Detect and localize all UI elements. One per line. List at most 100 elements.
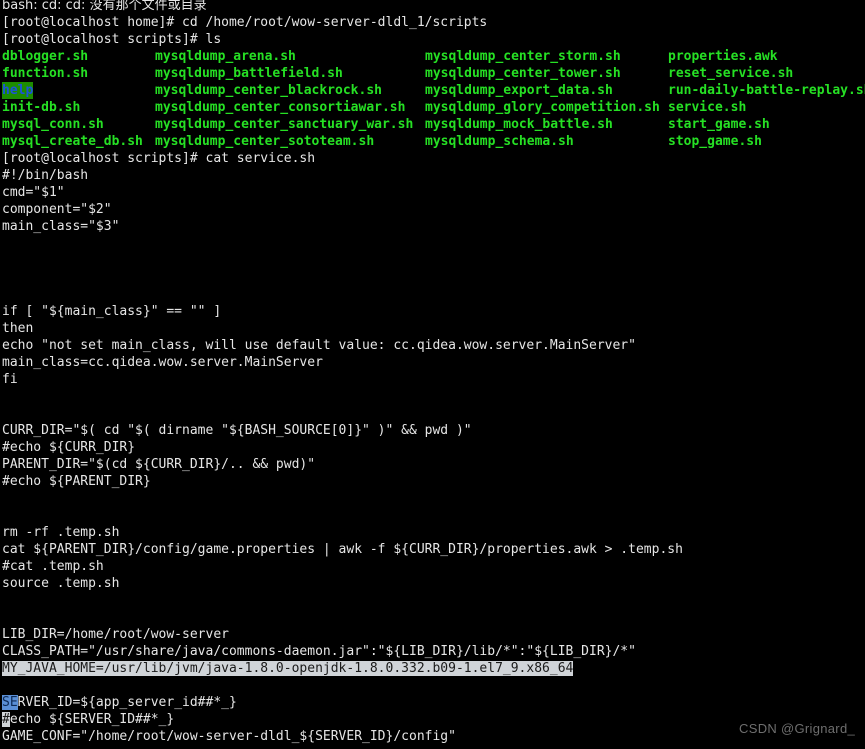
- ls-entry[interactable]: mysqldump_battlefield.sh: [155, 65, 343, 82]
- ls-entry[interactable]: init-db.sh: [2, 99, 80, 116]
- script-line-blank: [0, 609, 865, 626]
- script-line: rm -rf .temp.sh: [0, 524, 865, 541]
- ls-entry[interactable]: function.sh: [2, 65, 88, 82]
- csdn-watermark: CSDN @Grignard_: [739, 721, 855, 736]
- script-line-text: main_class="$3": [2, 219, 120, 234]
- script-line-text: #cat .temp.sh: [2, 559, 104, 574]
- script-line-blank: [0, 286, 865, 303]
- ls-entry[interactable]: service.sh: [668, 99, 746, 116]
- script-line: source .temp.sh: [0, 575, 865, 592]
- partial-selection-hash[interactable]: #: [2, 712, 10, 727]
- script-line-text: PARENT_DIR="$(cd ${CURR_DIR}/.. && pwd)": [2, 457, 316, 472]
- ls-entry[interactable]: mysqldump_mock_battle.sh: [425, 116, 613, 133]
- script-line: cat ${PARENT_DIR}/config/game.properties…: [0, 541, 865, 558]
- script-line: if [ "${main_class}" == "" ]: [0, 303, 865, 320]
- shell-command: cd /home/root/wow-server-dldl_1/scripts: [182, 15, 488, 30]
- script-line-text: if [ "${main_class}" == "" ]: [2, 304, 222, 319]
- script-line-echo-server-id[interactable]: #echo ${SERVER_ID##*_}: [0, 711, 865, 728]
- script-line-text: cat ${PARENT_DIR}/config/game.properties…: [2, 542, 683, 557]
- ls-entry[interactable]: run-daily-battle-replay.sh: [668, 82, 865, 99]
- script-line: fi: [0, 371, 865, 388]
- terminal-line-prompt-1: [root@localhost home]# cd /home/root/wow…: [0, 14, 865, 31]
- script-line: GAME_CONF="/home/root/wow-server-dldl_${…: [0, 728, 865, 745]
- script-line-server-id[interactable]: SERVER_ID=${app_server_id##*_}: [0, 694, 865, 711]
- script-line: LIB_DIR=/home/root/wow-server: [0, 626, 865, 643]
- ls-entry[interactable]: reset_service.sh: [668, 65, 793, 82]
- shell-prompt: [root@localhost scripts]#: [2, 151, 206, 166]
- script-line-text: #!/bin/bash: [2, 168, 89, 183]
- ls-output-row: init-db.sh mysqldump_center_consortiawar…: [0, 99, 865, 116]
- script-line: PARENT_DIR="$(cd ${CURR_DIR}/.. && pwd)": [0, 456, 865, 473]
- script-line-text: #echo ${PARENT_DIR}: [2, 474, 151, 489]
- script-line: #!/bin/bash: [0, 167, 865, 184]
- ls-entry[interactable]: mysqldump_glory_competition.sh: [425, 99, 660, 116]
- ls-entry[interactable]: mysqldump_arena.sh: [155, 48, 296, 65]
- ls-output-row: help mysqldump_center_blackrock.sh mysql…: [0, 82, 865, 99]
- script-line-text: #echo ${CURR_DIR}: [2, 440, 136, 455]
- script-line: #echo ${PARENT_DIR}: [0, 473, 865, 490]
- selected-text-my-java-home[interactable]: MY_JAVA_HOME=/usr/lib/jvm/java-1.8.0-ope…: [2, 661, 574, 676]
- script-line-blank: [0, 507, 865, 524]
- terminal-screen: bash: cd: cd: 没有那个文件或目录 [root@localhost …: [0, 0, 865, 749]
- terminal-window[interactable]: bash: cd: cd: 没有那个文件或目录 [root@localhost …: [0, 0, 865, 749]
- ls-entry[interactable]: properties.awk: [668, 48, 778, 65]
- terminal-line-prompt-2: [root@localhost scripts]# ls: [0, 31, 865, 48]
- ls-entry[interactable]: mysqldump_schema.sh: [425, 133, 574, 150]
- ls-output-row: mysql_conn.sh mysqldump_center_sanctuary…: [0, 116, 865, 133]
- ls-entry-directory-help[interactable]: help: [2, 82, 34, 99]
- script-line-blank: [0, 252, 865, 269]
- script-line-blank: [0, 235, 865, 252]
- script-line-blank: [0, 269, 865, 286]
- partial-selection-server-id[interactable]: SE: [2, 695, 18, 710]
- ls-entry[interactable]: start_game.sh: [668, 116, 770, 133]
- shell-prompt: [root@localhost scripts]#: [2, 32, 206, 47]
- script-line-text: rm -rf .temp.sh: [2, 525, 120, 540]
- script-line: #echo ${CURR_DIR}: [0, 439, 865, 456]
- ls-entry[interactable]: mysqldump_center_storm.sh: [425, 48, 621, 65]
- ls-entry[interactable]: mysql_create_db.sh: [2, 133, 143, 150]
- ls-entry[interactable]: mysqldump_center_tower.sh: [425, 65, 621, 82]
- script-line-blank: [0, 745, 865, 749]
- script-line: #cat .temp.sh: [0, 558, 865, 575]
- script-line-blank: [0, 592, 865, 609]
- script-line: main_class=cc.qidea.wow.server.MainServe…: [0, 354, 865, 371]
- script-line-blank: [0, 405, 865, 422]
- ls-entry[interactable]: mysqldump_center_sanctuary_war.sh: [155, 116, 413, 133]
- script-line-text: RVER_ID=${app_server_id##*_}: [17, 695, 237, 710]
- ls-output-row: dblogger.sh mysqldump_arena.sh mysqldump…: [0, 48, 865, 65]
- ls-entry[interactable]: stop_game.sh: [668, 133, 762, 150]
- script-line: main_class="$3": [0, 218, 865, 235]
- script-line: component="$2": [0, 201, 865, 218]
- script-line-text: main_class=cc.qidea.wow.server.MainServe…: [2, 355, 323, 370]
- script-line-text: fi: [2, 372, 18, 387]
- ls-entry[interactable]: mysql_conn.sh: [2, 116, 104, 133]
- script-line: then: [0, 320, 865, 337]
- script-line-text: then: [2, 321, 34, 336]
- script-line-blank: [0, 388, 865, 405]
- ls-entry[interactable]: mysqldump_center_blackrock.sh: [155, 82, 382, 99]
- shell-prompt: [root@localhost home]#: [2, 15, 183, 30]
- script-line-text: LIB_DIR=/home/root/wow-server: [2, 627, 229, 642]
- ls-entry[interactable]: mysqldump_export_data.sh: [425, 82, 613, 99]
- ls-entry[interactable]: mysqldump_center_consortiawar.sh: [155, 99, 405, 116]
- script-line-text: component="$2": [2, 202, 112, 217]
- partial-top-text: bash: cd: cd: 没有那个文件或目录: [2, 0, 207, 13]
- script-line-text: source .temp.sh: [2, 576, 120, 591]
- script-line-text: echo ${SERVER_ID##*_}: [9, 712, 175, 727]
- ls-entry[interactable]: mysqldump_center_sototeam.sh: [155, 133, 374, 150]
- script-line: cmd="$1": [0, 184, 865, 201]
- ls-entry[interactable]: dblogger.sh: [2, 48, 88, 65]
- script-line-blank: [0, 490, 865, 507]
- script-line-text: CLASS_PATH="/usr/share/java/commons-daem…: [2, 644, 636, 659]
- script-line-blank: [0, 677, 865, 694]
- ls-output-row: function.sh mysqldump_battlefield.sh mys…: [0, 65, 865, 82]
- script-line-selected[interactable]: MY_JAVA_HOME=/usr/lib/jvm/java-1.8.0-ope…: [0, 660, 865, 677]
- script-line: CURR_DIR="$( cd "$( dirname "${BASH_SOUR…: [0, 422, 865, 439]
- script-line-text: cmd="$1": [2, 185, 65, 200]
- script-line: CLASS_PATH="/usr/share/java/commons-daem…: [0, 643, 865, 660]
- terminal-line-prompt-3: [root@localhost scripts]# cat service.sh: [0, 150, 865, 167]
- shell-command: cat service.sh: [205, 151, 316, 166]
- terminal-line-partial-top: bash: cd: cd: 没有那个文件或目录: [0, 0, 865, 14]
- script-line-text: CURR_DIR="$( cd "$( dirname "${BASH_SOUR…: [2, 423, 472, 438]
- script-line-text: GAME_CONF="/home/root/wow-server-dldl_${…: [2, 729, 456, 744]
